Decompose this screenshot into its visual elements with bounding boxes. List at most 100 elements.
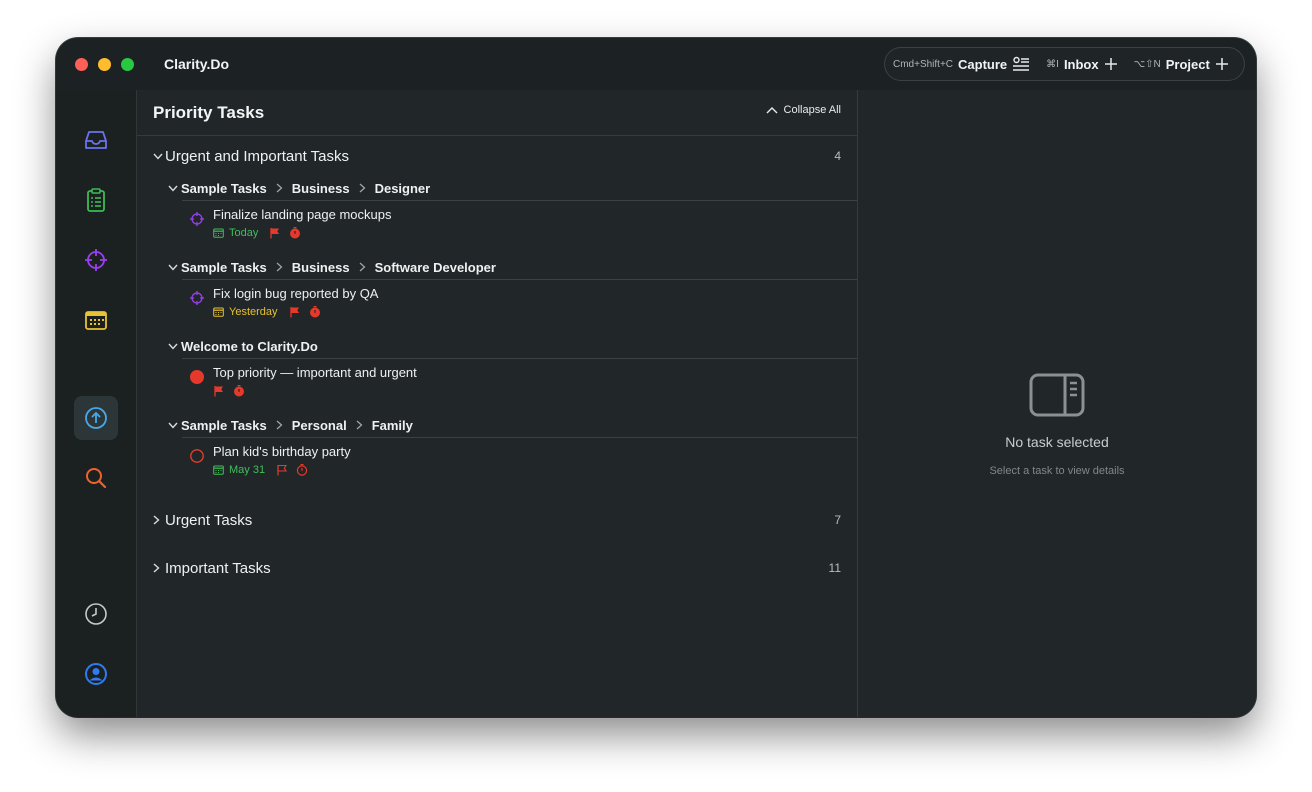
task-row[interactable]: Plan kid's birthday party May 31 <box>189 444 841 486</box>
task-title: Top priority — important and urgent <box>213 365 417 380</box>
chevron-right-icon <box>276 262 283 272</box>
open-task-circle-icon[interactable] <box>189 448 205 464</box>
app-window: Clarity.Do Cmd+Shift+C Capture ⌘I Inbox <box>56 38 1256 717</box>
chevron-down-icon <box>153 153 165 160</box>
calendar-icon <box>213 307 224 317</box>
new-inbox-task-button[interactable]: ⌘I Inbox <box>1046 57 1117 72</box>
sidebar-expand-button[interactable] <box>74 706 118 717</box>
timer-icon <box>289 227 301 239</box>
due-date: Yesterday <box>213 306 278 318</box>
minimize-window-button[interactable] <box>98 58 111 71</box>
sidebar-item-inbox[interactable] <box>74 118 118 162</box>
timer-icon <box>233 385 245 397</box>
task-title: Finalize landing page mockups <box>213 207 392 222</box>
group-header-family[interactable]: Sample Tasks Personal Family <box>168 415 857 435</box>
breadcrumb-item: Business <box>291 180 350 196</box>
collapse-all-button[interactable]: Collapse All <box>766 104 841 116</box>
sidebar-item-history[interactable] <box>74 592 118 636</box>
chevron-down-icon <box>168 185 181 192</box>
focus-crosshair-icon[interactable] <box>189 290 205 306</box>
group-divider <box>182 279 857 280</box>
group-divider <box>182 358 857 359</box>
chevron-up-icon <box>766 107 778 114</box>
breadcrumb-item: Business <box>291 259 350 275</box>
breadcrumb-item: Software Developer <box>374 259 496 275</box>
user-circle-icon <box>85 663 107 685</box>
due-date: May 31 <box>213 464 265 476</box>
new-project-button[interactable]: ⌥⇧N Project <box>1134 57 1229 72</box>
breadcrumb-item: Designer <box>374 180 431 196</box>
section-count: 4 <box>834 149 841 163</box>
timer-outline-icon <box>296 464 308 476</box>
zoom-window-button[interactable] <box>121 58 134 71</box>
task-meta <box>213 385 253 397</box>
task-title: Fix login bug reported by QA <box>213 286 379 301</box>
chevron-right-icon <box>359 183 366 193</box>
timer-icon <box>309 306 321 318</box>
urgent-status-dot-icon[interactable] <box>189 369 205 385</box>
section-important[interactable]: Important Tasks 11 <box>153 557 841 579</box>
section-urgent-important[interactable]: Urgent and Important Tasks 4 <box>153 145 841 167</box>
group-header-software-developer[interactable]: Sample Tasks Business Software Developer <box>168 257 857 277</box>
group-header-designer[interactable]: Sample Tasks Business Designer <box>168 178 857 198</box>
inbox-shortcut: ⌘I <box>1046 58 1059 70</box>
section-title: Important Tasks <box>165 559 271 577</box>
group-divider <box>182 200 857 201</box>
quick-actions-toolbar: Cmd+Shift+C Capture ⌘I Inbox ⌥⇧N Project <box>884 47 1245 81</box>
sidebar-panel-icon <box>1029 373 1085 417</box>
chevron-right-icon <box>356 420 363 430</box>
sidebar-item-focus[interactable] <box>74 238 118 282</box>
section-count: 7 <box>834 513 841 527</box>
task-title: Plan kid's birthday party <box>213 444 351 459</box>
group-header-welcome[interactable]: Welcome to Clarity.Do <box>168 336 857 356</box>
breadcrumb-item: Family <box>371 417 413 433</box>
capture-button[interactable]: Cmd+Shift+C Capture <box>893 56 1030 72</box>
clipboard-list-icon <box>87 188 105 212</box>
focus-crosshair-icon[interactable] <box>189 211 205 227</box>
capture-list-icon <box>1013 56 1030 71</box>
section-urgent[interactable]: Urgent Tasks 7 <box>153 509 841 531</box>
section-title: Urgent and Important Tasks <box>165 147 349 165</box>
calendar-icon <box>213 228 224 238</box>
task-row[interactable]: Top priority — important and urgent <box>189 365 841 407</box>
section-count: 11 <box>828 561 841 575</box>
chevron-right-icon <box>153 515 165 525</box>
page-title: Priority Tasks <box>153 103 265 122</box>
task-row[interactable]: Fix login bug reported by QA Yesterday <box>189 286 841 328</box>
task-meta: Yesterday <box>213 306 329 318</box>
crosshair-icon <box>85 249 107 271</box>
plus-icon <box>1215 58 1228 70</box>
due-date: Today <box>213 227 258 239</box>
task-row[interactable]: Finalize landing page mockups Today <box>189 207 841 249</box>
chevron-down-icon <box>168 264 181 271</box>
empty-state-subtitle: Select a task to view details <box>989 465 1125 477</box>
flag-icon <box>289 306 301 318</box>
close-window-button[interactable] <box>75 58 88 71</box>
calendar-icon <box>213 465 224 475</box>
flag-icon <box>269 227 281 239</box>
search-icon <box>86 468 107 489</box>
chevron-right-icon <box>153 563 165 573</box>
group-divider <box>182 437 857 438</box>
breadcrumb-item: Sample Tasks <box>181 417 267 433</box>
title-bar: Clarity.Do Cmd+Shift+C Capture ⌘I Inbox <box>56 38 1256 90</box>
empty-state-title: No task selected <box>1005 434 1109 450</box>
section-title: Urgent Tasks <box>165 511 253 529</box>
breadcrumb-item: Sample Tasks <box>181 180 267 196</box>
breadcrumb-item: Welcome to Clarity.Do <box>181 338 318 354</box>
sidebar-item-calendar[interactable] <box>74 298 118 342</box>
sidebar-item-tasks[interactable] <box>74 178 118 222</box>
capture-label: Capture <box>958 56 1008 72</box>
task-meta: May 31 <box>213 464 316 476</box>
chevron-right-icon <box>276 420 283 430</box>
sidebar-item-account[interactable] <box>74 652 118 696</box>
list-header: Priority Tasks Collapse All <box>137 90 857 136</box>
arrow-up-circle-icon <box>85 407 107 429</box>
chevron-down-icon <box>168 422 181 429</box>
sidebar-item-search[interactable] <box>74 456 118 500</box>
capture-shortcut: Cmd+Shift+C <box>893 58 954 70</box>
chevron-down-icon <box>168 343 181 350</box>
sidebar-item-priority[interactable] <box>74 396 118 440</box>
plus-icon <box>1104 58 1117 70</box>
calendar-icon <box>85 311 107 330</box>
